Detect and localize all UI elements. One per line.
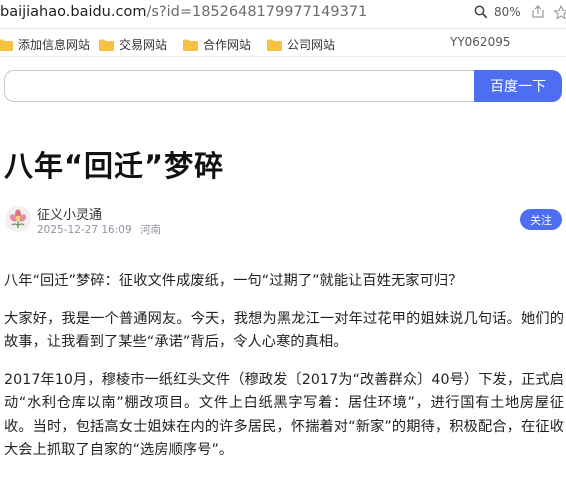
- bookmark-item-4[interactable]: 公司网站: [267, 36, 335, 53]
- zoom-indicator[interactable]: 80%: [474, 5, 521, 19]
- article-body: 八年“回迁”梦碎：征收文件成废纸，一句“过期了”就能让百姓无家可归？ 大家好，我…: [4, 270, 564, 477]
- address-bar[interactable]: baijiahao.baidu.com/s?id=185264817997714…: [0, 4, 367, 20]
- url-host: baijiahao.baidu.com: [0, 4, 147, 20]
- bookmark-label: 合作网站: [203, 38, 252, 52]
- publish-location: 河南: [139, 224, 161, 236]
- bookmark-item-1[interactable]: 添加信息网站: [0, 36, 90, 53]
- folder-icon: [267, 39, 282, 51]
- bookmark-code: YY062095: [450, 35, 511, 49]
- folder-icon: [99, 39, 114, 51]
- bookmark-label: 添加信息网站: [18, 38, 91, 52]
- article-paragraph: 八年“回迁”梦碎：征收文件成废纸，一句“过期了”就能让百姓无家可归？: [4, 273, 463, 289]
- folder-icon: [183, 39, 198, 51]
- follow-button[interactable]: 关注: [520, 209, 562, 230]
- article-paragraph: 大家好，我是一个普通网友。今天，我想为黑龙江一对年过花甲的姐妹说几句话。她们的故…: [4, 310, 564, 351]
- url-path: /s?id=1852648179977149371: [146, 4, 368, 20]
- author-name[interactable]: 征义小灵通: [37, 204, 102, 223]
- avatar[interactable]: [5, 206, 31, 232]
- bookmark-item-2[interactable]: 交易网站: [99, 36, 167, 53]
- zoom-level: 80%: [494, 5, 521, 19]
- bookmark-item-3[interactable]: 合作网站: [183, 36, 251, 53]
- share-icon[interactable]: [530, 4, 546, 20]
- publish-date: 2025-12-27 16:09: [37, 224, 132, 236]
- article-title: 八年“回迁”梦碎: [4, 149, 225, 183]
- search-bar: 百度一下: [0, 70, 566, 104]
- bookmark-label: 公司网站: [287, 38, 336, 52]
- bookmarks-bar: 添加信息网站 交易网站 合作网站 公司网站 YY062095: [0, 30, 566, 57]
- bookmark-star-icon[interactable]: [553, 4, 566, 20]
- search-input[interactable]: [4, 70, 476, 102]
- article-meta: 2025-12-27 16:09 河南: [37, 222, 166, 237]
- folder-icon: [0, 39, 13, 51]
- search-button[interactable]: 百度一下: [474, 70, 562, 102]
- zoom-magnifier-icon: [474, 5, 488, 19]
- browser-toolbar: baijiahao.baidu.com/s?id=185264817997714…: [0, 0, 566, 29]
- article-paragraph: 2017年10月，穆棱市一纸红头文件（穆政发〔2017为“改善群众〕40号）下发…: [4, 371, 564, 459]
- bookmark-label: 交易网站: [119, 38, 168, 52]
